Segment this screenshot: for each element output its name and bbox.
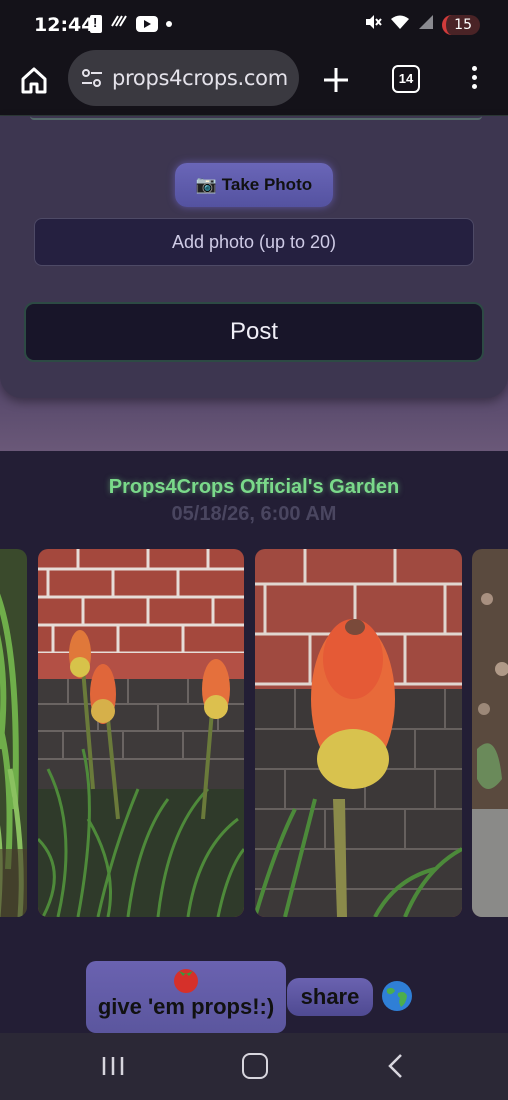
screen: 12:44 15 (0, 0, 508, 1100)
post-photo[interactable] (472, 549, 508, 917)
tabs-icon[interactable]: 14 (392, 65, 420, 93)
status-left-icons (90, 14, 172, 33)
more-vert-icon[interactable] (466, 64, 482, 94)
url-text: props4crops.com (112, 66, 288, 90)
mute-icon (364, 13, 382, 36)
plus-icon (324, 68, 348, 92)
recents-icon[interactable] (100, 1055, 126, 1077)
youtube-icon (136, 15, 158, 32)
post-date: 05/18/26, 6:00 AM (171, 503, 337, 525)
tomato-icon (174, 969, 198, 993)
post-button[interactable]: Post (24, 302, 484, 362)
cell-signal-icon (418, 14, 434, 35)
tune-icon[interactable] (80, 68, 104, 88)
card-input-edge (30, 116, 482, 120)
browser-toolbar: props4crops.com 14 (0, 50, 508, 116)
status-time: 12:44 (34, 14, 95, 36)
system-nav-bar (0, 1033, 508, 1100)
address-bar[interactable]: props4crops.com (68, 50, 299, 106)
share-button[interactable]: share (287, 978, 373, 1016)
wifi-icon (390, 14, 410, 35)
status-bar: 12:44 15 (0, 0, 508, 50)
battery-level-badge: 15 (442, 14, 480, 35)
take-photo-button[interactable]: 📷 Take Photo (175, 163, 333, 207)
give-props-label: give 'em props!:) (97, 994, 275, 1019)
signal-bars-icon (110, 14, 128, 33)
upload-card: 📷 Take Photo Add photo (up to 20) Post (0, 116, 508, 398)
globe-icon[interactable] (381, 980, 413, 1012)
garden-title[interactable]: Props4Crops Official's Garden (0, 476, 508, 499)
home-nav-icon[interactable] (242, 1053, 268, 1079)
home-icon[interactable] (18, 64, 50, 96)
new-tab-button[interactable] (318, 62, 354, 98)
battery-alert-icon (90, 14, 102, 33)
add-photo-input[interactable]: Add photo (up to 20) (34, 218, 474, 266)
feed-post: Props4Crops Official's Garden 05/18/26, … (0, 451, 508, 1033)
notification-dot-icon (166, 20, 172, 27)
status-right-icons: 15 (364, 13, 480, 36)
post-photo[interactable] (38, 549, 244, 917)
back-icon[interactable] (386, 1053, 406, 1079)
post-actions: give 'em props!:) share (0, 961, 508, 1033)
post-photo[interactable] (255, 549, 462, 917)
photo-carousel[interactable] (0, 549, 508, 917)
post-photo[interactable] (0, 549, 27, 917)
give-props-button[interactable]: give 'em props!:) (86, 961, 286, 1033)
